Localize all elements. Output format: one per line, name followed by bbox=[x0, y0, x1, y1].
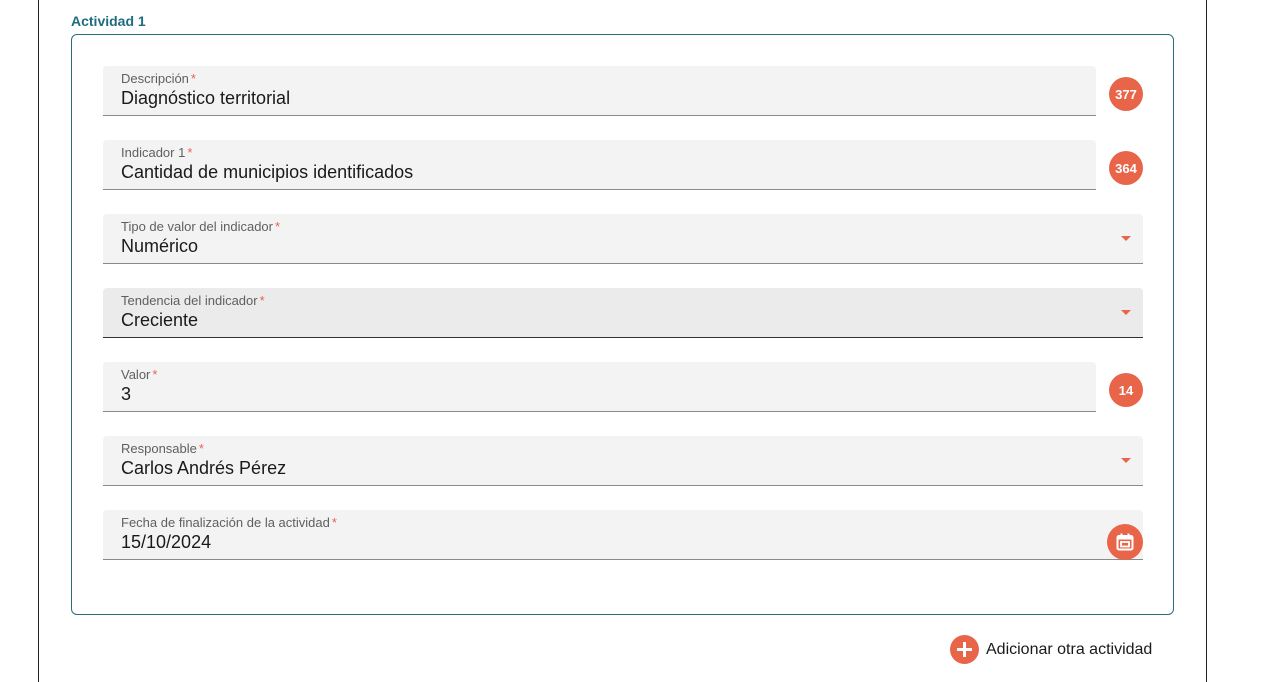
value-char-counter: 14 bbox=[1109, 373, 1143, 407]
required-marker: * bbox=[190, 71, 196, 86]
indicator-field[interactable]: Indicador 1 * Cantidad de municipios iden… bbox=[103, 140, 1096, 190]
trend-label: Tendencia del indicador * bbox=[121, 293, 265, 308]
calendar-icon[interactable] bbox=[1107, 524, 1143, 560]
trend-value: Creciente bbox=[121, 310, 199, 330]
responsible-select[interactable]: Responsable * Carlos Andrés Pérez bbox=[103, 436, 1143, 486]
required-marker: * bbox=[259, 293, 265, 308]
panel-border-left bbox=[38, 0, 39, 682]
value-type-value: Numérico bbox=[121, 236, 199, 256]
required-marker: * bbox=[198, 441, 204, 456]
description-label: Descripción * bbox=[121, 71, 196, 86]
add-activity-button[interactable]: Adicionar otra actividad bbox=[950, 635, 1152, 664]
chevron-down-icon[interactable] bbox=[1121, 458, 1131, 463]
plus-icon bbox=[957, 642, 972, 657]
value-type-label: Tipo de valor del indicador * bbox=[121, 219, 281, 234]
value-label: Valor * bbox=[121, 367, 158, 382]
page: Actividad 1 Descripción * Diagnóstico ter… bbox=[0, 0, 1281, 682]
required-marker: * bbox=[187, 145, 193, 160]
description-char-counter: 377 bbox=[1109, 77, 1143, 111]
description-value[interactable]: Diagnóstico territorial bbox=[121, 88, 290, 109]
end-date-label: Fecha de finalización de la actividad * bbox=[121, 515, 337, 530]
required-marker: * bbox=[331, 515, 337, 530]
value-field[interactable]: Valor * 3 bbox=[103, 362, 1096, 412]
description-field[interactable]: Descripción * Diagnóstico territorial bbox=[103, 66, 1096, 116]
required-marker: * bbox=[152, 367, 158, 382]
chevron-down-icon[interactable] bbox=[1121, 236, 1131, 241]
indicator-char-counter: 364 bbox=[1109, 151, 1143, 185]
plus-circle-icon bbox=[950, 635, 979, 664]
chevron-down-icon[interactable] bbox=[1121, 310, 1131, 315]
responsible-value: Carlos Andrés Pérez bbox=[121, 458, 287, 478]
required-marker: * bbox=[275, 219, 281, 234]
indicator-label: Indicador 1 * bbox=[121, 145, 193, 160]
end-date-value[interactable]: 15/10/2024 bbox=[121, 532, 211, 553]
add-activity-label: Adicionar otra actividad bbox=[986, 640, 1153, 658]
end-date-field[interactable]: Fecha de finalización de la actividad * 1… bbox=[103, 510, 1143, 560]
panel-border-right bbox=[1206, 0, 1207, 682]
value-type-select[interactable]: Tipo de valor del indicador * Numérico bbox=[103, 214, 1143, 264]
calendar-icon-glyph bbox=[1116, 533, 1134, 551]
responsible-label: Responsable * bbox=[121, 441, 204, 456]
trend-select[interactable]: Tendencia del indicador * Creciente bbox=[103, 288, 1143, 338]
value-input-value[interactable]: 3 bbox=[121, 384, 131, 405]
indicator-value[interactable]: Cantidad de municipios identificados bbox=[121, 162, 413, 183]
activity-title: Actividad 1 bbox=[71, 13, 146, 29]
